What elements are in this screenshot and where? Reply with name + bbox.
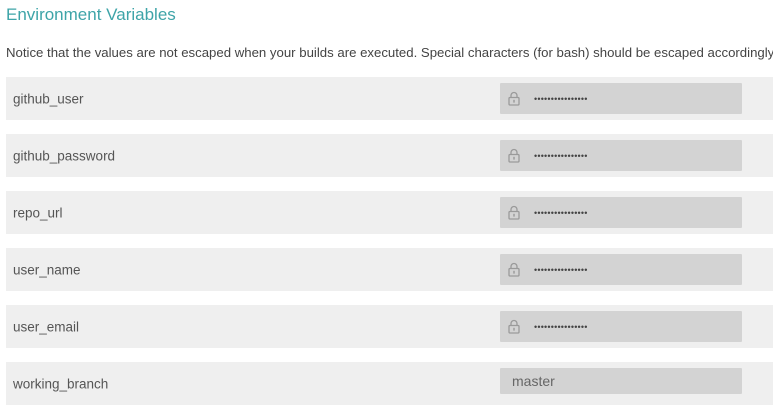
masked-value: •••••••••••••••• xyxy=(534,93,588,104)
env-var-value-field[interactable]: •••••••••••••••• xyxy=(500,311,742,342)
env-var-name: working_branch xyxy=(13,376,109,391)
env-var-name: user_email xyxy=(13,319,80,334)
lock-icon xyxy=(508,262,520,277)
escape-notice: Notice that the values are not escaped w… xyxy=(6,45,773,60)
env-var-name: repo_url xyxy=(13,205,63,220)
env-var-row: user_name •••••••••••••••• xyxy=(6,248,773,291)
env-var-row: github_password •••••••••••••••• xyxy=(6,134,773,177)
section-title: Environment Variables xyxy=(6,5,176,24)
env-var-row: user_email •••••••••••••••• xyxy=(6,305,773,348)
env-var-name: github_user xyxy=(13,91,84,106)
env-var-value-field[interactable]: •••••••••••••••• xyxy=(500,197,742,228)
env-var-value-field[interactable]: master xyxy=(500,368,742,394)
env-var-row: repo_url •••••••••••••••• xyxy=(6,191,773,234)
env-var-value-field[interactable]: •••••••••••••••• xyxy=(500,254,742,285)
lock-icon xyxy=(508,91,520,106)
masked-value: •••••••••••••••• xyxy=(534,207,588,218)
lock-icon xyxy=(508,205,520,220)
masked-value: •••••••••••••••• xyxy=(534,150,588,161)
lock-icon xyxy=(508,319,520,334)
env-var-row: working_branch master xyxy=(6,362,773,405)
env-var-row: github_user •••••••••••••••• xyxy=(6,77,773,120)
lock-icon xyxy=(508,148,520,163)
masked-value: •••••••••••••••• xyxy=(534,264,588,275)
env-var-value-field[interactable]: •••••••••••••••• xyxy=(500,83,742,114)
masked-value: •••••••••••••••• xyxy=(534,321,588,332)
env-var-value-field[interactable]: •••••••••••••••• xyxy=(500,140,742,171)
env-var-name: github_password xyxy=(13,148,116,163)
plain-value: master xyxy=(512,373,555,389)
env-var-name: user_name xyxy=(13,262,81,277)
